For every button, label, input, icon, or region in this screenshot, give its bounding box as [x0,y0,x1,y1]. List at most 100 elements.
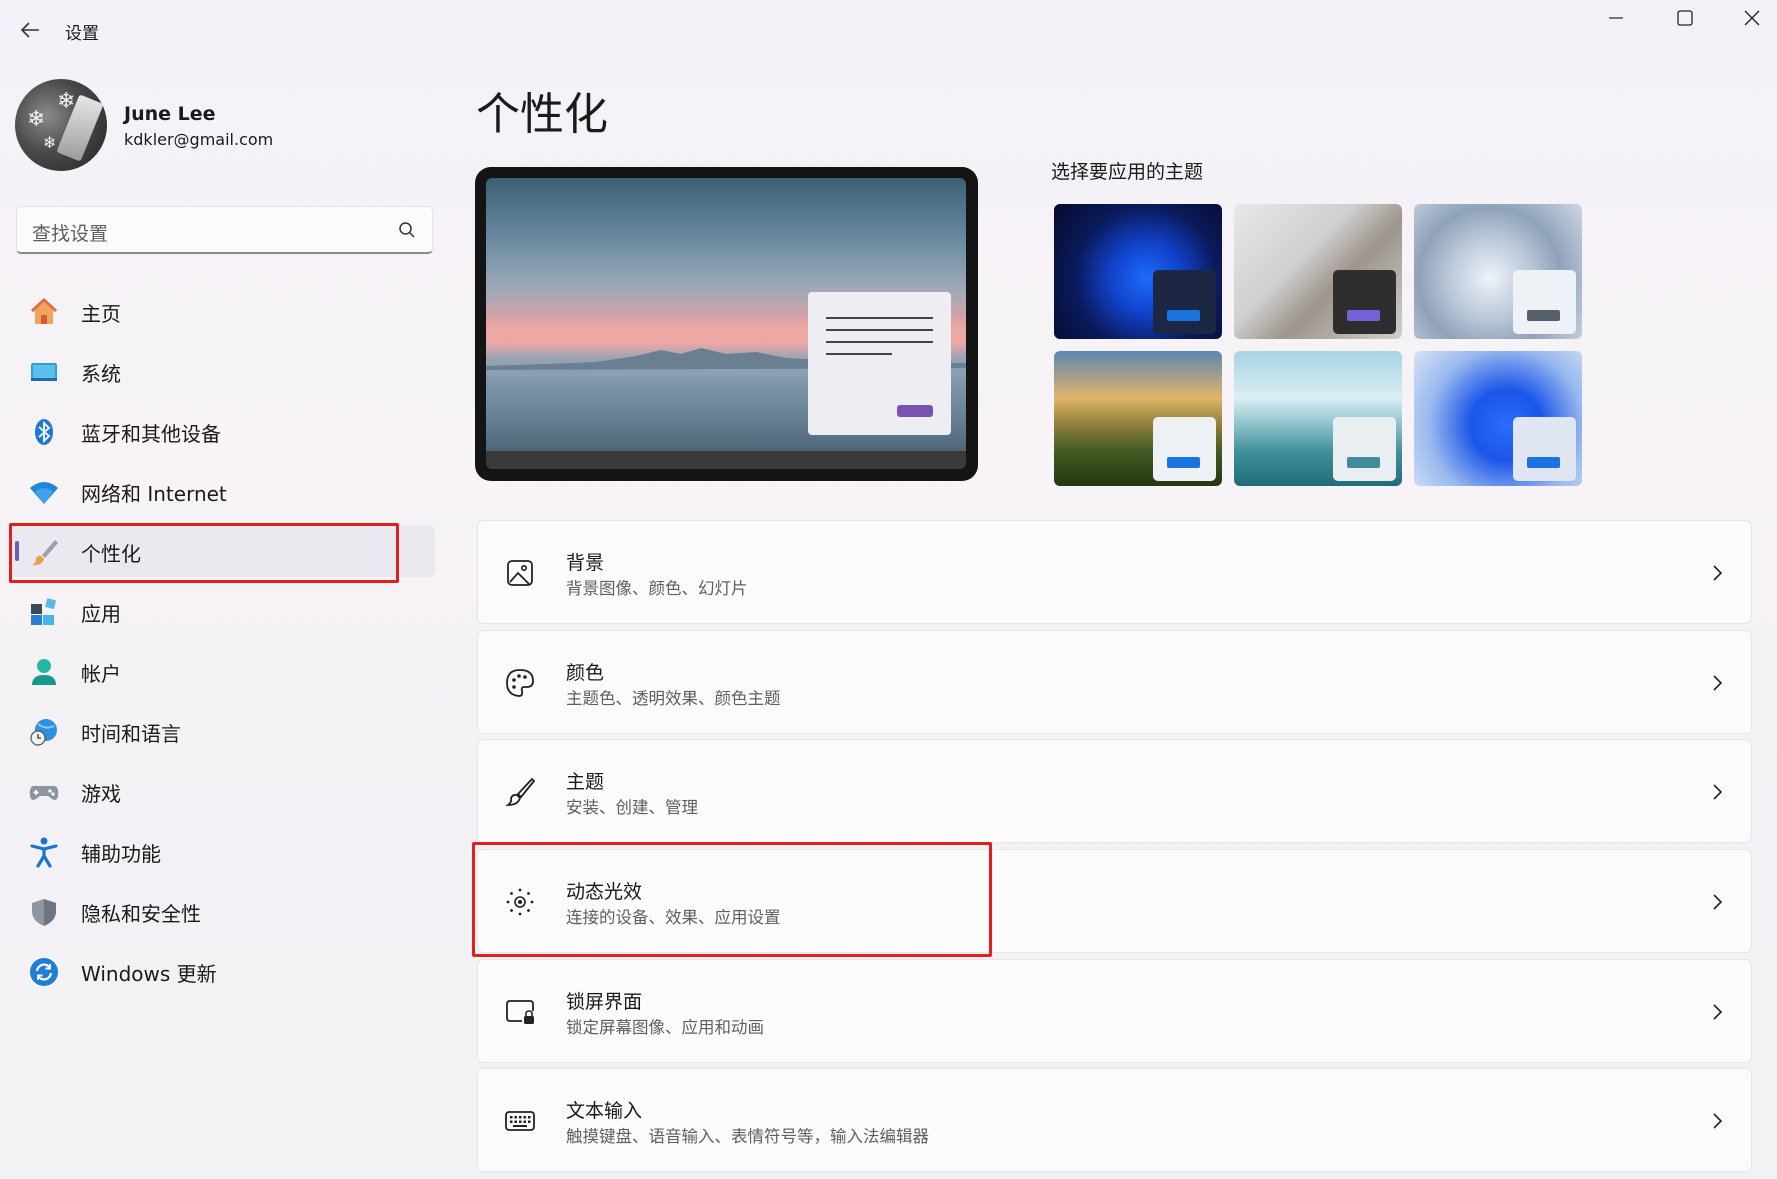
minimize-button[interactable] [1586,0,1646,36]
keyboard-icon [502,1103,538,1139]
sidebar-item-label: 主页 [81,302,121,326]
wifi-icon [28,476,60,508]
minimize-icon [1609,17,1623,19]
setting-card-text-input[interactable]: 文本输入 触摸键盘、语音输入、表情符号等，输入法编辑器 [477,1068,1752,1172]
search-placeholder: 查找设置 [32,223,109,245]
sidebar-item-accounts[interactable]: 帐户 [10,645,435,697]
theme-thumbnail-cat[interactable] [1234,204,1402,339]
card-subtitle: 安装、创建、管理 [566,798,698,817]
theme-thumbnail-windows-dark[interactable] [1054,204,1222,339]
sidebar-item-label: 应用 [81,602,121,626]
theme-accent-bar [1167,457,1200,468]
sidebar-item-label: 蓝牙和其他设备 [81,422,221,446]
preview-accent-button [897,405,933,417]
image-icon [502,555,538,591]
preview-line [826,317,933,319]
sidebar-item-privacy[interactable]: 隐私和安全性 [10,885,435,937]
chevron-right-icon [1713,784,1723,800]
close-button[interactable] [1722,0,1777,36]
theme-thumbnail-balloons[interactable] [1054,351,1222,486]
back-arrow-icon [20,22,39,38]
sidebar-item-system[interactable]: 系统 [10,345,435,397]
chevron-right-icon [1713,565,1723,581]
brush-icon [502,774,538,810]
sidebar-item-windows-update[interactable]: Windows 更新 [10,945,435,997]
user-profile[interactable]: ❄ ❄ ❄ June Lee kdkler@gmail.com [15,79,435,171]
time-language-icon [28,716,60,748]
sidebar-item-network[interactable]: 网络和 Internet [10,465,435,517]
lock-screen-icon [502,994,538,1030]
theme-color-chip [1153,270,1216,334]
sidebar-nav: 主页 系统 蓝牙和其他设备 网络和 Internet 个性化 应用 帐户 时间和… [10,285,435,1005]
card-title: 颜色 [566,662,605,684]
sidebar-item-time-language[interactable]: 时间和语言 [10,705,435,757]
sidebar-item-label: 网络和 Internet [81,482,227,506]
highlight-box [9,523,399,583]
sidebar-item-label: 时间和语言 [81,722,181,746]
apps-icon [28,596,60,628]
theme-color-chip [1513,270,1576,334]
setting-card-background[interactable]: 背景 背景图像、颜色、幻灯片 [477,520,1752,624]
update-icon [28,956,60,988]
chevron-right-icon [1713,894,1723,910]
app-title: 设置 [65,24,99,44]
preview-window [808,292,951,435]
avatar: ❄ ❄ ❄ [15,79,107,171]
theme-thumbnail-lake[interactable] [1234,351,1402,486]
card-subtitle: 主题色、透明效果、颜色主题 [566,689,781,708]
card-title: 锁屏界面 [566,991,643,1013]
sidebar-item-gaming[interactable]: 游戏 [10,765,435,817]
snowflake-decoration: ❄ [27,107,46,132]
chevron-right-icon [1713,1113,1723,1129]
back-button[interactable] [12,14,48,46]
setting-card-lock-screen[interactable]: 锁屏界面 锁定屏幕图像、应用和动画 [477,959,1752,1063]
theme-preview [475,167,978,481]
palette-icon [502,665,538,701]
themes-heading: 选择要应用的主题 [1051,161,1204,183]
highlight-box [472,842,992,957]
chevron-right-icon [1713,1004,1723,1020]
gamepad-icon [28,776,60,808]
user-name: June Lee [124,103,216,125]
theme-color-chip [1153,417,1216,481]
search-input[interactable]: 查找设置 [16,206,433,254]
close-icon [1744,10,1760,26]
theme-thumbnail-windows-light[interactable] [1414,351,1582,486]
page-title: 个性化 [476,89,608,140]
user-email: kdkler@gmail.com [124,130,274,149]
theme-color-chip [1333,270,1396,334]
sidebar-item-label: 隐私和安全性 [81,902,201,926]
sidebar-item-apps[interactable]: 应用 [10,585,435,637]
shield-icon [28,896,60,928]
title-bar: 设置 [0,0,1777,60]
theme-accent-bar [1347,457,1380,468]
home-icon [28,296,60,328]
preview-line [826,341,933,343]
theme-accent-bar [1527,457,1560,468]
maximize-button[interactable] [1655,0,1715,36]
sidebar-item-bluetooth[interactable]: 蓝牙和其他设备 [10,405,435,457]
setting-card-colors[interactable]: 颜色 主题色、透明效果、颜色主题 [477,630,1752,734]
theme-accent-bar [1347,310,1380,321]
sidebar-item-label: 辅助功能 [81,842,161,866]
bluetooth-icon [28,416,60,448]
theme-color-chip [1513,417,1576,481]
sidebar-item-label: Windows 更新 [81,962,217,986]
card-subtitle: 触摸键盘、语音输入、表情符号等，输入法编辑器 [566,1127,929,1146]
sidebar-item-accessibility[interactable]: 辅助功能 [10,825,435,877]
theme-accent-bar [1167,310,1200,321]
setting-card-themes[interactable]: 主题 安装、创建、管理 [477,739,1752,843]
card-subtitle: 锁定屏幕图像、应用和动画 [566,1018,764,1037]
accessibility-icon [28,836,60,868]
search-icon [399,222,415,238]
snowflake-decoration: ❄ [43,133,57,152]
sidebar-item-label: 帐户 [81,662,121,686]
theme-accent-bar [1527,310,1560,321]
preview-line [826,353,892,355]
maximize-icon [1677,10,1693,26]
preview-taskbar [486,451,966,469]
theme-color-chip [1333,417,1396,481]
theme-thumbnail-glow[interactable] [1414,204,1582,339]
sidebar-item-home[interactable]: 主页 [10,285,435,337]
card-title: 主题 [566,771,605,793]
